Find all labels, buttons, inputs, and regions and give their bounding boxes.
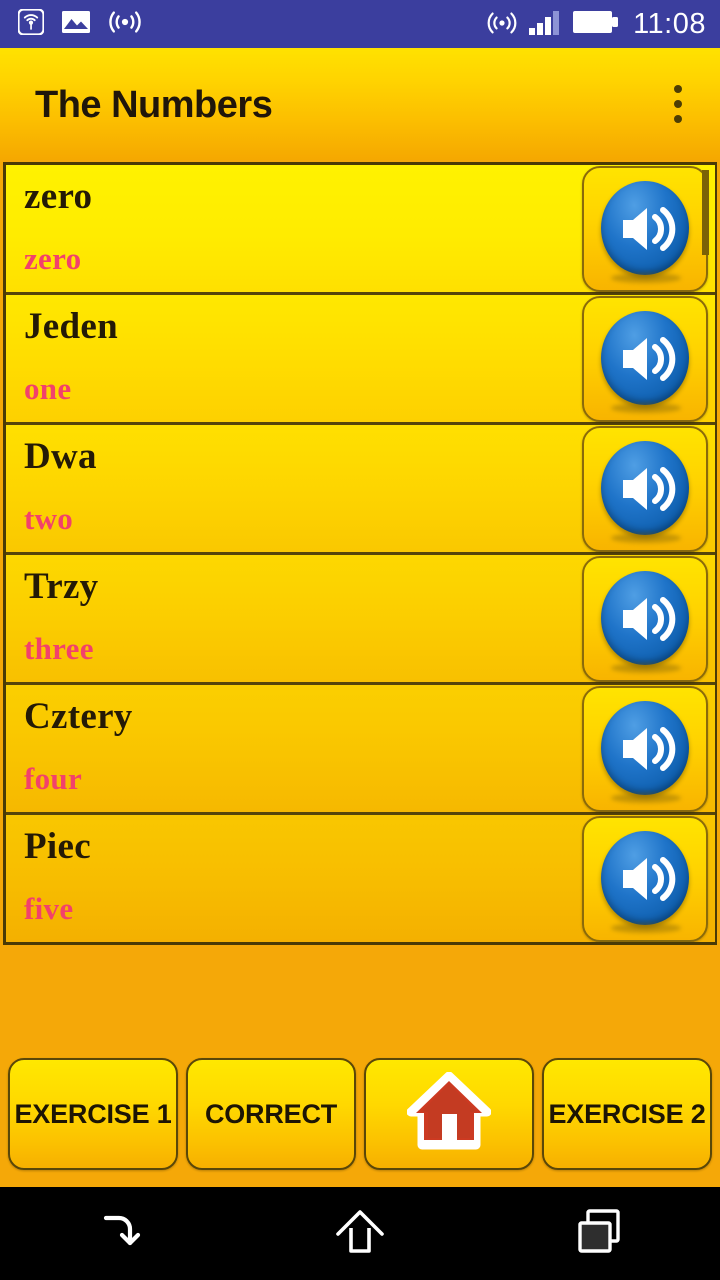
word-list[interactable]: zero zero Jeden one Dwa two Trzy three C… [3, 162, 717, 945]
list-item[interactable]: Jeden one [6, 295, 715, 425]
exercise-2-label: EXERCISE 2 [548, 1098, 706, 1129]
list-item-speaker-cell [581, 555, 715, 682]
play-sound-button[interactable] [582, 685, 708, 812]
image-icon [62, 10, 90, 39]
bottom-button-bar: EXERCISE 1 CORRECT EXERCISE 2 [0, 1055, 720, 1173]
nav-back-button[interactable] [0, 1187, 240, 1280]
nav-recents-button[interactable] [480, 1187, 720, 1280]
exercise-1-button[interactable]: EXERCISE 1 [8, 1058, 178, 1170]
speaker-icon [597, 829, 693, 933]
speaker-icon [597, 439, 693, 543]
wifi-waves-icon [108, 9, 142, 40]
list-item-translation: zero [24, 240, 82, 276]
list-item[interactable]: Trzy three [6, 555, 715, 685]
status-bar-clock: 11:08 [633, 7, 706, 40]
home-outline-icon [333, 1204, 387, 1263]
speaker-icon [597, 569, 693, 673]
speaker-icon [597, 179, 693, 283]
play-sound-button[interactable] [582, 555, 708, 682]
list-item-texts: Dwa two [6, 425, 581, 552]
status-bar-right-icons: 11:08 [487, 8, 706, 41]
list-item-term: Piec [24, 826, 91, 867]
list-item-translation: one [24, 370, 72, 406]
list-item-speaker-cell [581, 815, 715, 942]
list-item-speaker-cell [581, 425, 715, 552]
list-item-translation: four [24, 760, 83, 796]
overflow-dot-icon [674, 85, 682, 93]
play-sound-button[interactable] [582, 295, 708, 422]
list-item-term: Trzy [24, 566, 99, 607]
home-house-icon [406, 1071, 492, 1157]
list-item[interactable]: Cztery four [6, 685, 715, 815]
broadcast-badge-icon [17, 7, 45, 40]
correct-button[interactable]: CORRECT [186, 1058, 356, 1170]
list-item-term: zero [24, 176, 93, 217]
speaker-icon [597, 699, 693, 803]
exercise-1-label: EXERCISE 1 [14, 1098, 172, 1129]
cast-icon [487, 8, 517, 41]
list-item[interactable]: Dwa two [6, 425, 715, 555]
list-item-texts: Cztery four [6, 685, 581, 812]
overflow-dot-icon [674, 100, 682, 108]
app-bar: The Numbers [0, 48, 720, 160]
list-item-texts: zero zero [6, 165, 581, 292]
list-item-translation: two [24, 500, 74, 536]
list-item-speaker-cell [581, 295, 715, 422]
speaker-icon [597, 309, 693, 413]
list-item-speaker-cell [581, 685, 715, 812]
list-item-texts: Jeden one [6, 295, 581, 422]
correct-label: CORRECT [204, 1098, 338, 1129]
nav-home-button[interactable] [240, 1187, 480, 1280]
exercise-2-button[interactable]: EXERCISE 2 [542, 1058, 712, 1170]
play-sound-button[interactable] [582, 425, 708, 552]
list-item-speaker-cell [581, 165, 715, 292]
content-area: zero zero Jeden one Dwa two Trzy three C… [0, 160, 720, 1187]
page-title: The Numbers [35, 84, 273, 126]
back-arrow-icon [92, 1203, 148, 1264]
home-button[interactable] [364, 1058, 534, 1170]
overflow-dot-icon [674, 115, 682, 123]
overflow-menu-button[interactable] [658, 69, 698, 139]
list-item[interactable]: Piec five [6, 815, 715, 942]
phone-screen: 11:08 The Numbers zero zero Jeden one Dw… [0, 0, 720, 1280]
list-item[interactable]: zero zero [6, 165, 715, 295]
play-sound-button[interactable] [582, 815, 708, 942]
list-item-term: Cztery [24, 696, 133, 737]
navigation-bar [0, 1187, 720, 1280]
status-bar: 11:08 [0, 0, 720, 48]
list-item-texts: Piec five [6, 815, 581, 942]
list-item-texts: Trzy three [6, 555, 581, 682]
battery-full-icon [573, 9, 619, 40]
status-bar-left-icons [17, 7, 142, 40]
list-scrollbar[interactable] [702, 170, 709, 255]
list-item-term: Jeden [24, 306, 118, 347]
recents-squares-icon [574, 1205, 626, 1262]
list-item-term: Dwa [24, 436, 97, 477]
list-item-translation: three [24, 630, 94, 666]
signal-bars-icon [528, 8, 562, 41]
play-sound-button[interactable] [582, 165, 708, 292]
list-item-translation: five [24, 890, 74, 926]
